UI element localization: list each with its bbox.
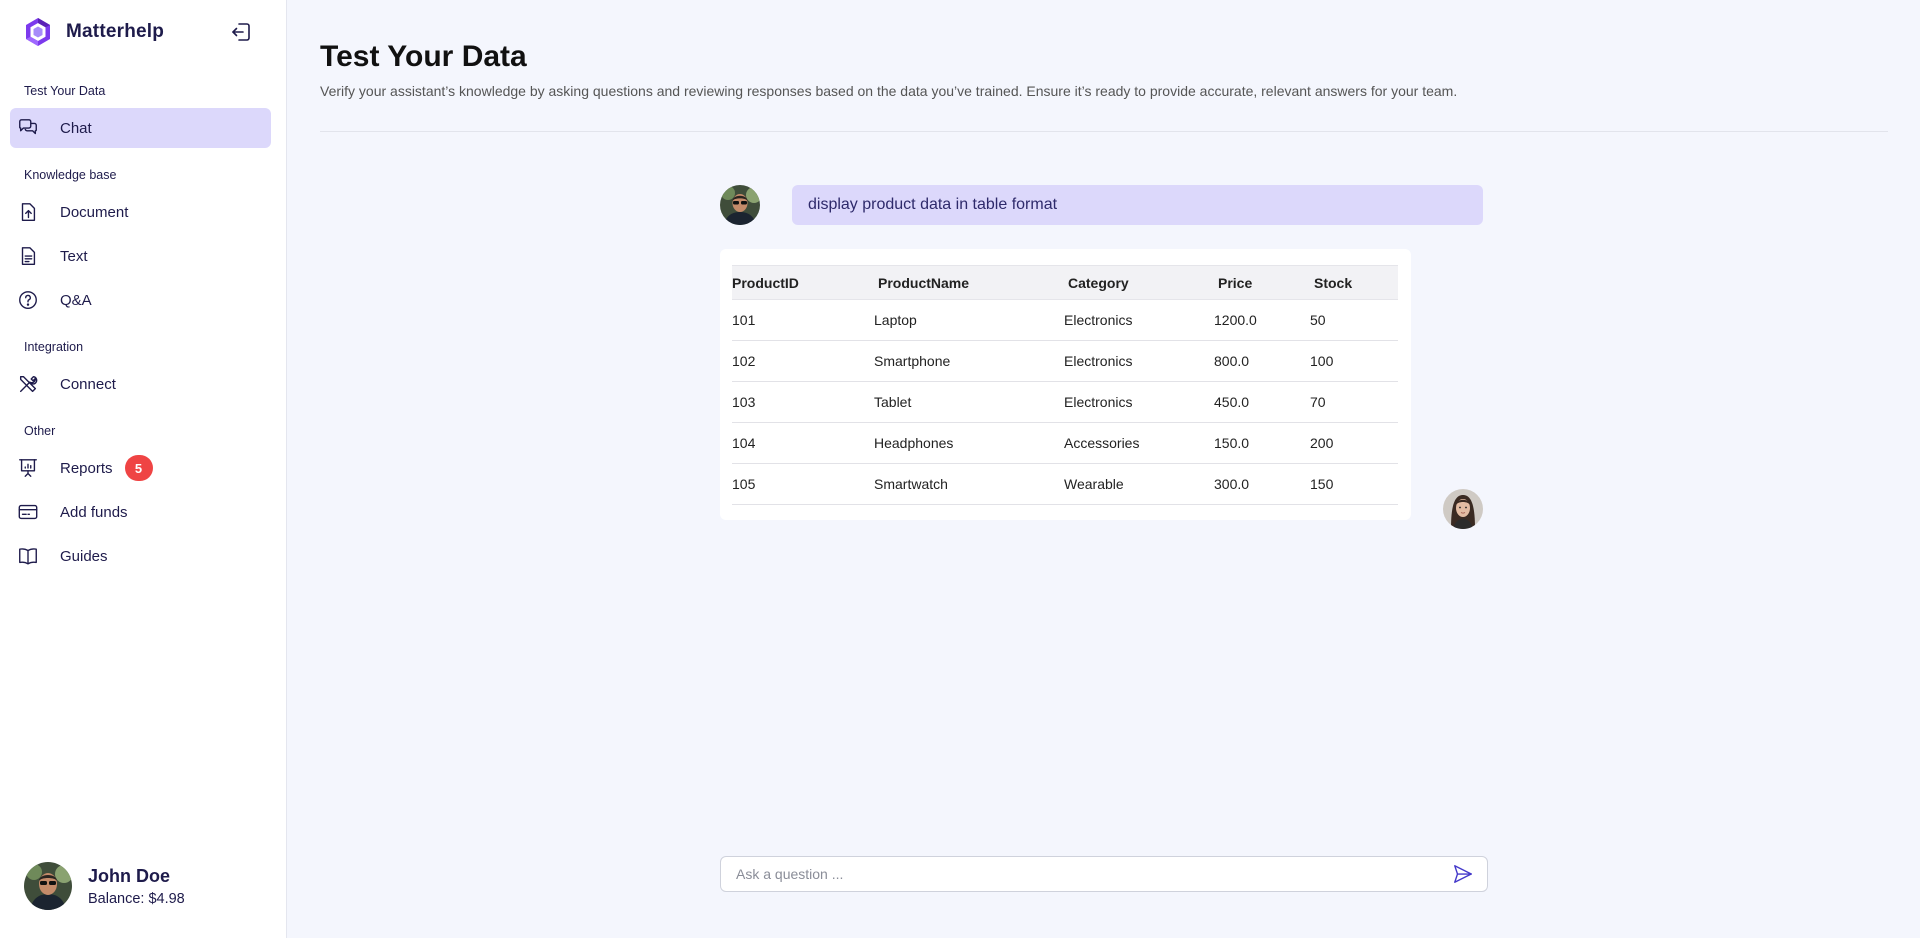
table-cell: Accessories [1064, 422, 1214, 464]
table-cell: Electronics [1064, 340, 1214, 382]
table-cell: Electronics [1064, 299, 1214, 341]
sidebar-item-text[interactable]: Text [10, 236, 271, 276]
page-title: Test Your Data [320, 40, 527, 73]
table-cell: 103 [732, 381, 874, 423]
tools-icon [16, 372, 40, 396]
product-data-table: ProductID ProductName Category Price Sto… [732, 265, 1398, 505]
table-cell: 150 [1310, 463, 1398, 505]
question-input-bar [720, 856, 1488, 892]
document-upload-icon [16, 200, 40, 224]
column-header: Price [1214, 265, 1310, 300]
column-header: ProductID [732, 265, 874, 300]
app-name: Matterhelp [66, 21, 165, 42]
section-label-integration: Integration [24, 340, 84, 354]
sidebar-item-guides[interactable]: Guides [10, 536, 271, 576]
user-balance: Balance: $4.98 [88, 890, 185, 907]
assistant-avatar [1443, 489, 1483, 529]
user-avatar [720, 185, 760, 225]
column-header: Stock [1310, 265, 1398, 300]
section-label-other: Other [24, 424, 56, 438]
table-cell: 100 [1310, 340, 1398, 382]
sidebar-item-add-funds[interactable]: Add funds [10, 492, 271, 532]
table-row: 101 Laptop Electronics 1200.0 50 [732, 299, 1398, 341]
header-divider [320, 131, 1888, 132]
section-label-knowledge-base: Knowledge base [24, 168, 117, 182]
presentation-chart-icon [16, 456, 40, 480]
sidebar-item-label: Connect [60, 375, 116, 393]
matterhelp-logo-icon [26, 18, 50, 46]
table-cell: 150.0 [1214, 422, 1310, 464]
send-icon [1454, 865, 1472, 883]
sidebar-item-label: Add funds [60, 503, 128, 521]
sidebar-item-label: Chat [60, 119, 92, 137]
table-cell: 50 [1310, 299, 1398, 341]
table-cell: Smartwatch [874, 463, 1064, 505]
chat-bubbles-icon [16, 116, 40, 140]
book-open-icon [16, 544, 40, 568]
user-message-bubble: display product data in table format [792, 185, 1483, 225]
sidebar-item-label: Reports [60, 459, 113, 477]
table-cell: 800.0 [1214, 340, 1310, 382]
table-row: 104 Headphones Accessories 150.0 200 [732, 422, 1398, 464]
table-cell: 300.0 [1214, 463, 1310, 505]
table-cell: 101 [732, 299, 874, 341]
column-header: Category [1064, 265, 1214, 300]
text-file-icon [16, 244, 40, 268]
table-cell: 102 [732, 340, 874, 382]
collapse-sidebar-icon[interactable] [229, 20, 253, 44]
reports-count-badge: 5 [124, 455, 153, 481]
sidebar-item-label: Document [60, 203, 129, 221]
page-subtitle: Verify your assistant’s knowledge by ask… [320, 83, 1458, 99]
table-cell: Headphones [874, 422, 1064, 464]
question-circle-icon [16, 288, 40, 312]
table-cell: Wearable [1064, 463, 1214, 505]
sidebar-item-reports[interactable]: Reports 5 [10, 448, 271, 488]
user-name: John Doe [88, 865, 171, 886]
sidebar: Matterhelp Test Your Data Chat Knowledge… [0, 0, 287, 938]
table-cell: Laptop [874, 299, 1064, 341]
table-cell: 70 [1310, 381, 1398, 423]
table-cell: 105 [732, 463, 874, 505]
sidebar-item-qa[interactable]: Q&A [10, 280, 271, 320]
credit-card-icon [16, 500, 40, 524]
table-cell: Smartphone [874, 340, 1064, 382]
sidebar-item-label: Text [60, 247, 88, 265]
sidebar-item-chat[interactable]: Chat [10, 108, 271, 148]
sidebar-item-connect[interactable]: Connect [10, 364, 271, 404]
assistant-response-card: ProductID ProductName Category Price Sto… [720, 249, 1411, 520]
section-label-test-your-data: Test Your Data [24, 84, 106, 98]
sidebar-item-label: Q&A [60, 291, 92, 309]
table-row: 105 Smartwatch Wearable 300.0 150 [732, 463, 1398, 505]
table-cell: 1200.0 [1214, 299, 1310, 341]
sidebar-item-label: Guides [60, 547, 108, 565]
table-cell: Electronics [1064, 381, 1214, 423]
table-cell: 104 [732, 422, 874, 464]
sidebar-item-document[interactable]: Document [10, 192, 271, 232]
table-row: 103 Tablet Electronics 450.0 70 [732, 381, 1398, 423]
brand[interactable]: Matterhelp [22, 16, 164, 48]
table-header-row: ProductID ProductName Category Price Sto… [732, 265, 1398, 300]
avatar [24, 862, 72, 910]
user-profile[interactable]: John Doe Balance: $4.98 [24, 862, 185, 910]
table-cell: Tablet [874, 381, 1064, 423]
table-row: 102 Smartphone Electronics 800.0 100 [732, 340, 1398, 382]
send-button[interactable] [1449, 860, 1477, 888]
column-header: ProductName [874, 265, 1064, 300]
question-input[interactable] [736, 866, 1449, 882]
table-cell: 200 [1310, 422, 1398, 464]
table-cell: 450.0 [1214, 381, 1310, 423]
